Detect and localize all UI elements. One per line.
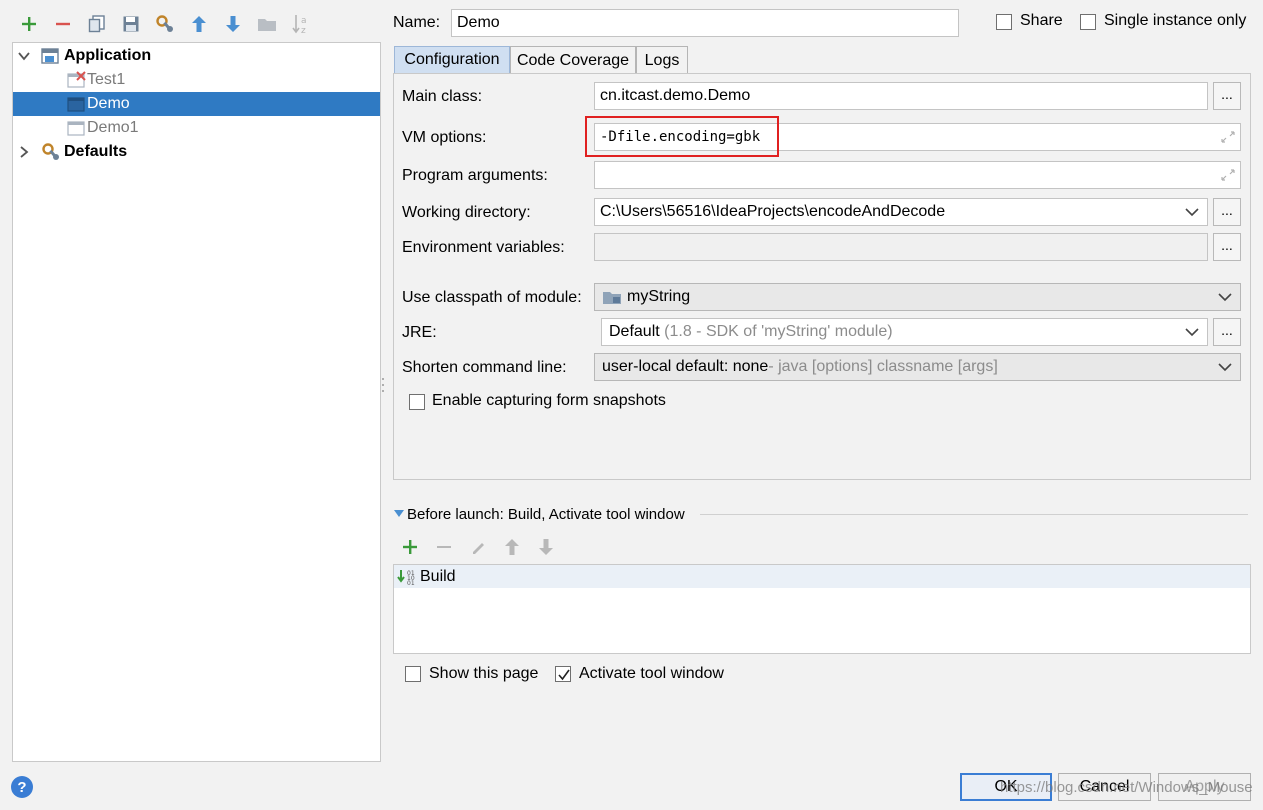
- edit-defaults-icon[interactable]: [154, 12, 176, 36]
- name-input[interactable]: Demo: [451, 9, 959, 37]
- application-icon: [41, 48, 59, 64]
- remove-task-icon[interactable]: [436, 539, 452, 555]
- sort-icon[interactable]: az: [290, 12, 312, 36]
- shorten-command-combo[interactable]: user-local default: none - java [options…: [594, 353, 1241, 381]
- tree-item-demo[interactable]: Demo: [13, 92, 380, 116]
- chevron-down-icon: [1185, 208, 1199, 217]
- move-up-icon[interactable]: [188, 12, 210, 36]
- tree-item-label: Test1: [87, 71, 126, 88]
- working-dir-value: C:\Users\56516\IdeaProjects\encodeAndDec…: [600, 203, 946, 220]
- name-label: Name:: [393, 14, 441, 31]
- main-class-input[interactable]: cn.itcast.demo.Demo: [594, 82, 1208, 110]
- shorten-hint: - java [options] classname [args]: [768, 358, 998, 375]
- add-task-icon[interactable]: [402, 539, 418, 555]
- chevron-right-icon[interactable]: [17, 145, 31, 159]
- splitter-handle[interactable]: [381, 376, 385, 394]
- tree-item-test1[interactable]: Test1: [13, 68, 380, 92]
- checkmark-icon: [558, 669, 570, 681]
- svg-text:a: a: [301, 16, 307, 26]
- highlight-box: [585, 116, 779, 157]
- program-args-input[interactable]: [594, 161, 1241, 189]
- main-class-browse-button[interactable]: ...: [1213, 82, 1241, 110]
- shorten-value: user-local default: none: [602, 358, 769, 375]
- module-folder-icon: [603, 292, 621, 304]
- vm-options-label: VM options:: [402, 129, 487, 146]
- folder-icon[interactable]: [256, 12, 278, 36]
- tree-item-label: Demo1: [87, 119, 139, 136]
- expand-icon[interactable]: [1220, 130, 1236, 144]
- chevron-down-icon: [1218, 363, 1232, 372]
- shorten-label: Shorten command line:: [402, 359, 567, 376]
- move-down-icon[interactable]: [222, 12, 244, 36]
- tab-configuration[interactable]: Configuration: [394, 46, 510, 73]
- env-vars-label: Environment variables:: [402, 239, 565, 256]
- run-config-tree[interactable]: Application Test1 Demo Demo1 Defaults: [12, 42, 381, 762]
- activate-tool-window-checkbox[interactable]: [555, 666, 571, 682]
- save-icon[interactable]: [120, 12, 142, 36]
- capture-snapshots-label: Enable capturing form snapshots: [432, 392, 666, 409]
- share-label: Share: [1020, 12, 1063, 29]
- share-checkbox[interactable]: [996, 14, 1012, 30]
- copy-icon[interactable]: [86, 12, 108, 36]
- jre-combo[interactable]: Default (1.8 - SDK of 'myString' module): [601, 318, 1208, 346]
- remove-icon[interactable]: [52, 12, 74, 36]
- env-vars-browse-button[interactable]: ...: [1213, 233, 1241, 261]
- move-task-up-icon[interactable]: [504, 538, 520, 556]
- watermark: https://blog.csdn.net/Windows_Mouse: [1000, 779, 1253, 796]
- build-icon: 011001: [397, 569, 415, 586]
- jre-browse-button[interactable]: ...: [1213, 318, 1241, 346]
- chevron-down-icon[interactable]: [17, 49, 31, 63]
- wrench-icon: [42, 143, 59, 160]
- tab-logs[interactable]: Logs: [636, 46, 688, 74]
- show-page-label: Show this page: [429, 665, 539, 682]
- add-icon[interactable]: [18, 12, 40, 36]
- working-dir-browse-button[interactable]: ...: [1213, 198, 1241, 226]
- chevron-down-icon: [1218, 293, 1232, 302]
- classpath-module-combo[interactable]: myString: [594, 283, 1241, 311]
- divider: [700, 514, 1248, 515]
- jre-value: Default: [609, 323, 660, 340]
- working-dir-label: Working directory:: [402, 204, 531, 221]
- list-item[interactable]: 01 10 01 Build: [394, 565, 1250, 588]
- before-launch-list[interactable]: 01 10 01 Build: [393, 564, 1251, 654]
- help-button[interactable]: ?: [11, 776, 33, 798]
- config-icon: [67, 97, 85, 112]
- config-icon: [67, 121, 85, 136]
- jre-hint: (1.8 - SDK of 'myString' module): [664, 323, 893, 340]
- classpath-value: myString: [627, 288, 691, 305]
- tree-item-demo1[interactable]: Demo1: [13, 116, 380, 140]
- single-instance-label: Single instance only: [1104, 12, 1247, 29]
- before-launch-title: Before launch: Build, Activate tool wind…: [407, 506, 685, 523]
- show-page-checkbox[interactable]: [405, 666, 421, 682]
- main-class-label: Main class:: [402, 88, 483, 105]
- tree-node-defaults[interactable]: Defaults: [13, 140, 380, 164]
- tree-item-label: Demo: [87, 95, 130, 112]
- tree-node-label: Defaults: [64, 143, 128, 160]
- edit-task-icon[interactable]: [470, 539, 486, 555]
- expand-icon[interactable]: [1220, 168, 1236, 182]
- move-task-down-icon[interactable]: [538, 538, 554, 556]
- tree-node-label: Application: [64, 47, 152, 64]
- collapse-triangle-icon[interactable]: [394, 510, 404, 518]
- list-item-label: Build: [420, 567, 456, 585]
- classpath-label: Use classpath of module:: [402, 289, 582, 306]
- activate-tool-window-label: Activate tool window: [579, 665, 724, 682]
- jre-label: JRE:: [402, 324, 437, 341]
- env-vars-input[interactable]: [594, 233, 1208, 261]
- capture-snapshots-checkbox[interactable]: [409, 394, 425, 410]
- invalid-config-icon: [67, 71, 86, 88]
- chevron-down-icon: [1185, 328, 1199, 337]
- single-instance-checkbox[interactable]: [1080, 14, 1096, 30]
- tab-code-coverage[interactable]: Code Coverage: [510, 46, 636, 74]
- svg-text:z: z: [301, 26, 306, 35]
- working-dir-combo[interactable]: C:\Users\56516\IdeaProjects\encodeAndDec…: [594, 198, 1208, 226]
- program-args-label: Program arguments:: [402, 167, 548, 184]
- tree-node-application[interactable]: Application: [13, 44, 380, 68]
- svg-text:01: 01: [407, 580, 415, 586]
